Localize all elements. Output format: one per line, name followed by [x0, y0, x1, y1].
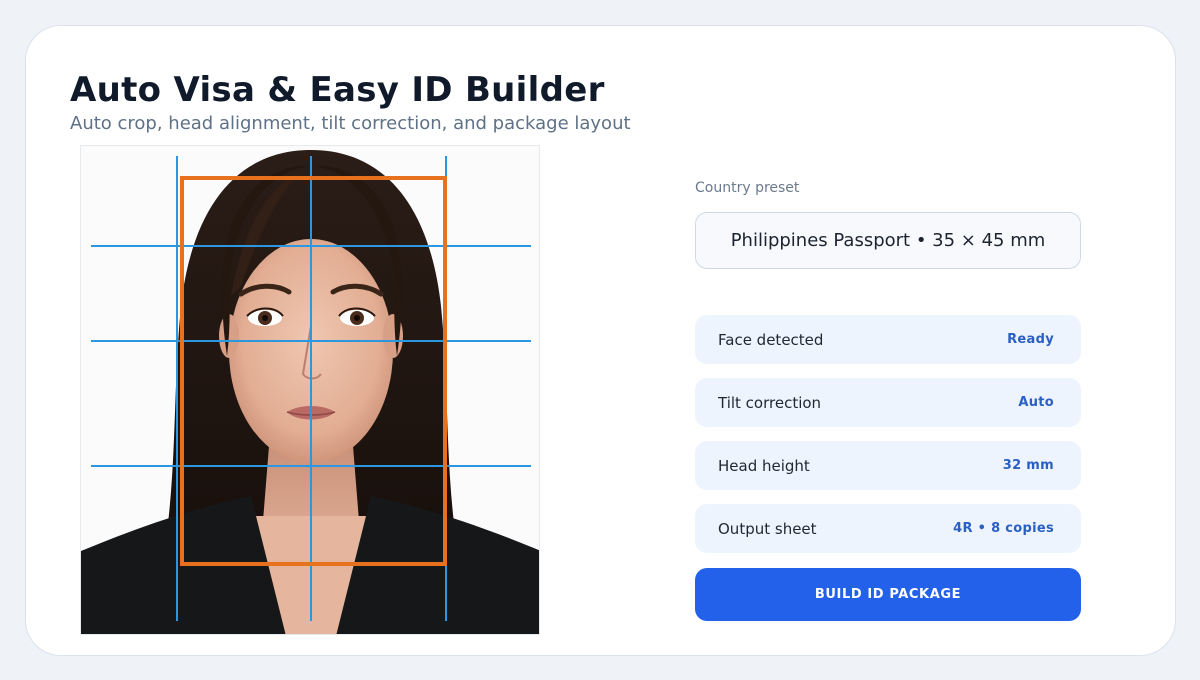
build-id-package-button[interactable]: BUILD ID PACKAGE — [695, 568, 1081, 621]
status-value: Ready — [1007, 332, 1054, 347]
status-row-head-height: Head height 32 mm — [695, 441, 1081, 490]
country-preset-label: Country preset — [695, 180, 800, 196]
status-value: Auto — [1018, 395, 1054, 410]
status-label: Tilt correction — [718, 393, 822, 412]
crop-box — [180, 176, 447, 566]
status-row-tilt-correction: Tilt correction Auto — [695, 378, 1081, 427]
country-preset-select[interactable]: Philippines Passport • 35 × 45 mm — [695, 212, 1081, 269]
status-label: Head height — [718, 456, 810, 475]
page-subtitle: Auto crop, head alignment, tilt correcti… — [70, 113, 631, 134]
alignment-overlay — [91, 156, 531, 621]
status-label: Face detected — [718, 330, 824, 349]
status-label: Output sheet — [718, 519, 817, 538]
status-value: 32 mm — [1002, 458, 1054, 473]
status-row-output-sheet: Output sheet 4R • 8 copies — [695, 504, 1081, 553]
page-title: Auto Visa & Easy ID Builder — [70, 70, 605, 110]
status-row-face-detected: Face detected Ready — [695, 315, 1081, 364]
photo-preview — [80, 145, 540, 635]
status-value: 4R • 8 copies — [953, 521, 1054, 536]
